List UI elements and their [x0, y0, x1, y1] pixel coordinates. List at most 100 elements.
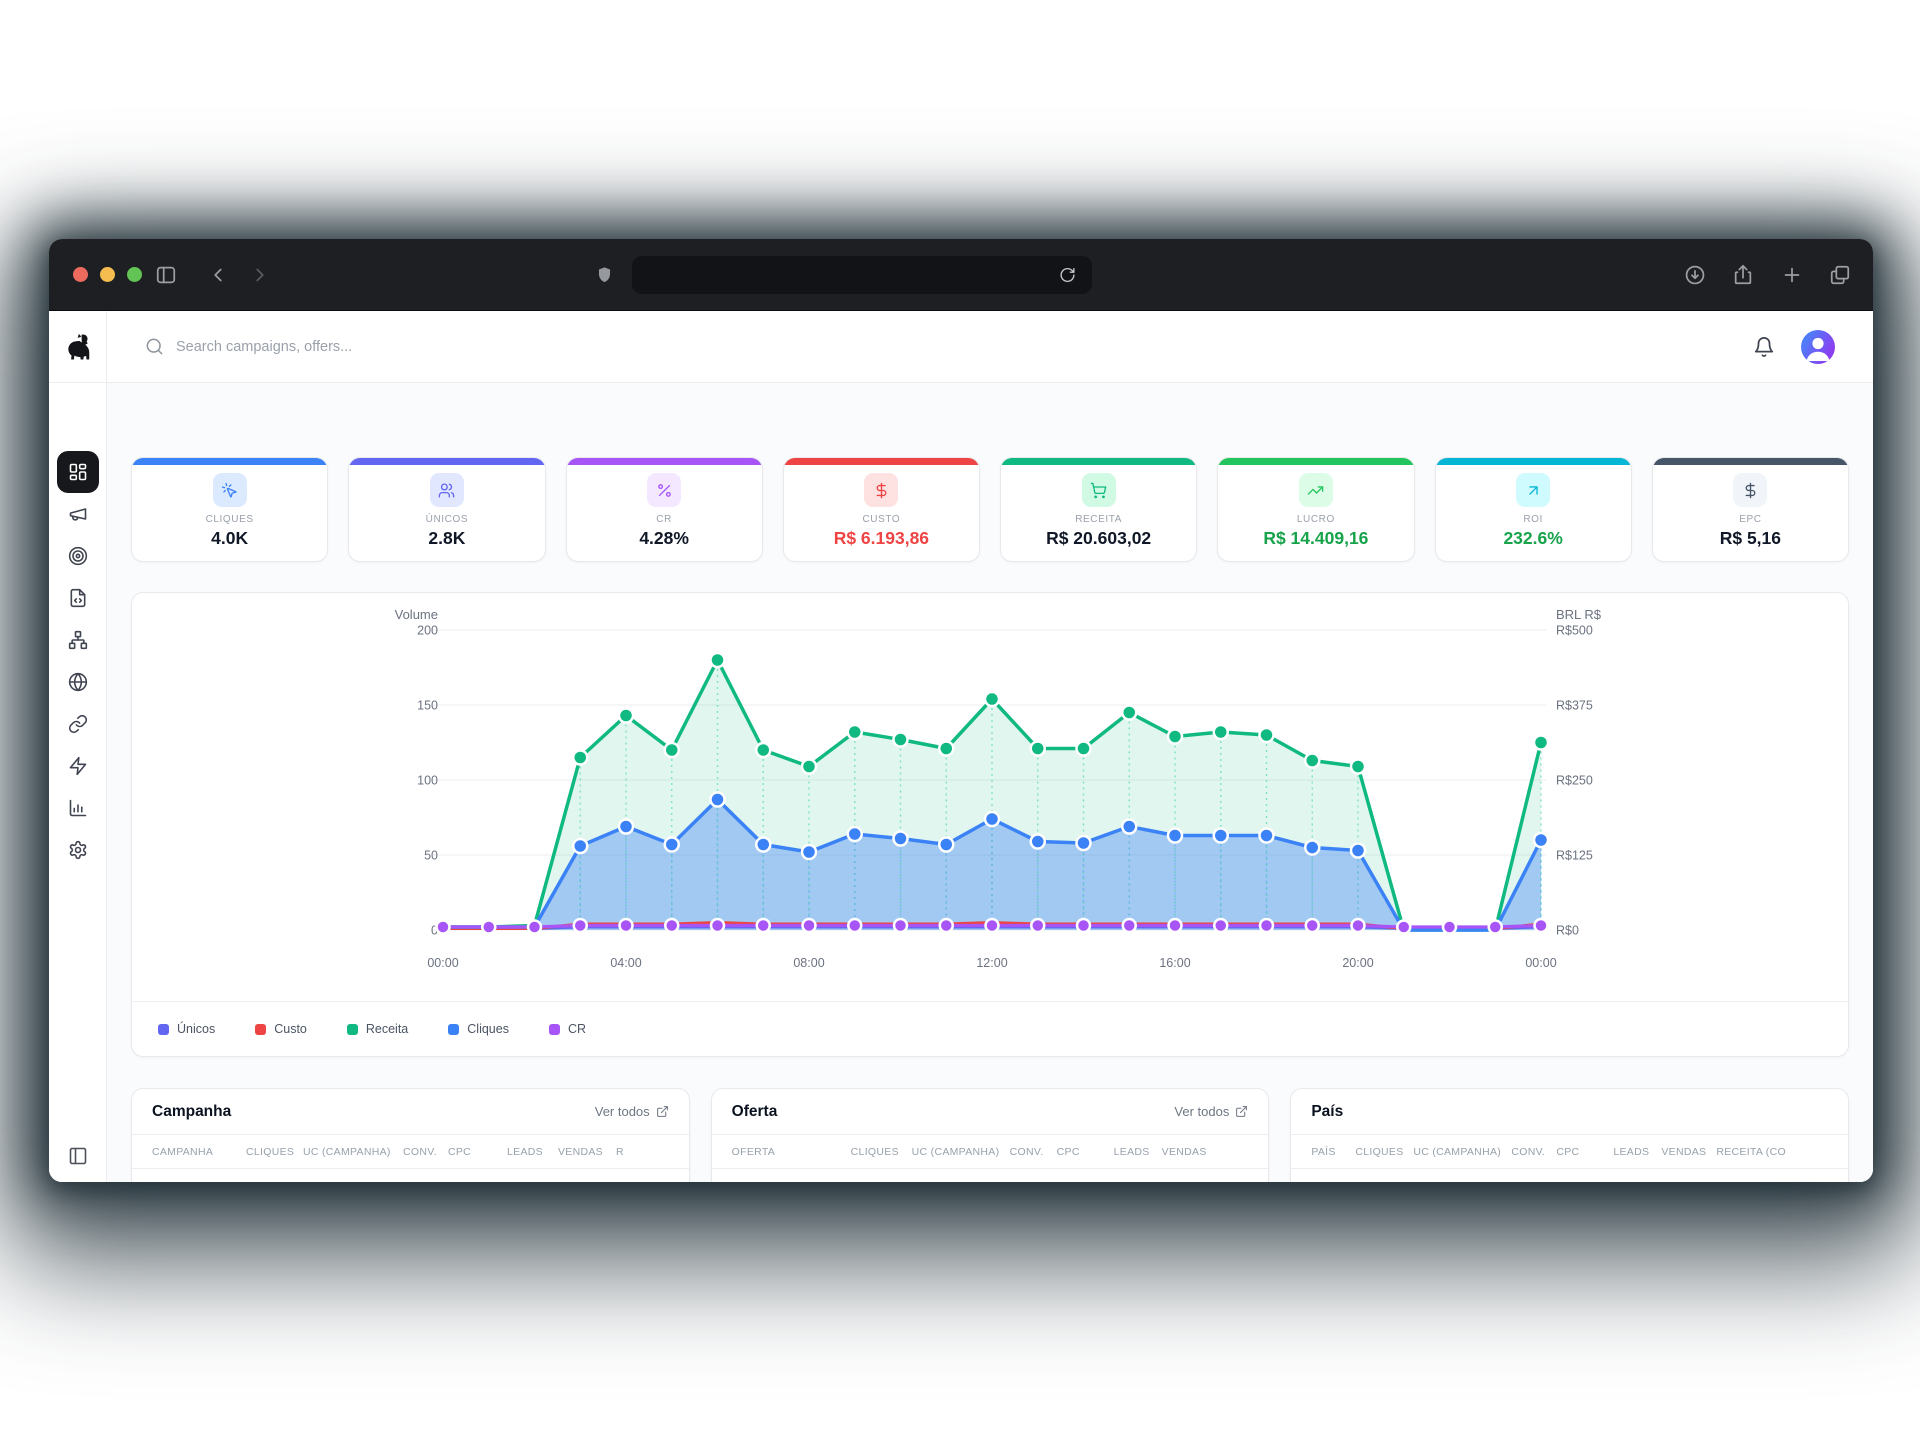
cr-point[interactable] — [1397, 921, 1410, 934]
receita-point[interactable] — [711, 653, 725, 667]
url-bar[interactable] — [632, 256, 1092, 294]
new-tab-icon[interactable] — [1781, 264, 1803, 286]
receita-point[interactable] — [802, 760, 816, 774]
app-logo[interactable] — [49, 311, 106, 383]
cliques-point[interactable] — [1168, 829, 1182, 843]
cliques-point[interactable] — [573, 839, 587, 853]
receita-point[interactable] — [756, 743, 770, 757]
cliques-point[interactable] — [1031, 835, 1045, 849]
cr-point[interactable] — [528, 921, 541, 934]
cr-point[interactable] — [1260, 919, 1273, 932]
receita-point[interactable] — [1534, 736, 1548, 750]
cliques-point[interactable] — [848, 827, 862, 841]
sidebar-item-automation[interactable] — [57, 745, 99, 787]
reload-icon[interactable] — [1059, 266, 1076, 283]
cr-point[interactable] — [986, 919, 999, 932]
receita-point[interactable] — [848, 725, 862, 739]
table-row[interactable]: Nutra - USA - 200$39963996157R$ 1,550157 — [712, 1169, 1269, 1182]
cliques-point[interactable] — [939, 838, 953, 852]
legend-item-únicos[interactable]: Únicos — [158, 1022, 215, 1036]
cr-point[interactable] — [482, 921, 495, 934]
cr-point[interactable] — [1352, 919, 1365, 932]
cr-point[interactable] — [1489, 921, 1502, 934]
cliques-point[interactable] — [1305, 841, 1319, 855]
cliques-point[interactable] — [1122, 820, 1136, 834]
ver-todos-link[interactable]: Ver todos — [595, 1104, 669, 1119]
cr-point[interactable] — [620, 919, 633, 932]
sidebar-item-dashboard[interactable] — [57, 451, 99, 493]
receita-point[interactable] — [573, 751, 587, 765]
cr-point[interactable] — [1214, 919, 1227, 932]
cr-point[interactable] — [848, 919, 861, 932]
sidebar-item-flows[interactable] — [57, 619, 99, 661]
cr-point[interactable] — [1169, 919, 1182, 932]
receita-point[interactable] — [1214, 725, 1228, 739]
cr-point[interactable] — [1123, 919, 1136, 932]
cr-point[interactable] — [711, 919, 724, 932]
cliques-point[interactable] — [1534, 833, 1548, 847]
receita-point[interactable] — [939, 742, 953, 756]
table-row[interactable]: CBO CAMP 0239963996157R$ 1,550157R — [132, 1169, 689, 1182]
cliques-point[interactable] — [1260, 829, 1274, 843]
sidebar-item-reports[interactable] — [57, 787, 99, 829]
cliques-point[interactable] — [894, 832, 908, 846]
panel-left-icon[interactable] — [68, 1146, 88, 1166]
cr-point[interactable] — [1535, 919, 1548, 932]
receita-point[interactable] — [619, 709, 633, 723]
sidebar-toggle-icon[interactable] — [155, 264, 177, 286]
cr-point[interactable] — [574, 919, 587, 932]
cliques-point[interactable] — [756, 838, 770, 852]
receita-point[interactable] — [1031, 742, 1045, 756]
minimize-button[interactable] — [100, 267, 115, 282]
receita-point[interactable] — [985, 692, 999, 706]
receita-point[interactable] — [665, 743, 679, 757]
cr-point[interactable] — [1077, 919, 1090, 932]
tab-overview-icon[interactable] — [1829, 264, 1851, 286]
receita-point[interactable] — [1351, 760, 1365, 774]
sidebar-item-offers[interactable] — [57, 535, 99, 577]
back-icon[interactable] — [207, 264, 229, 286]
cliques-point[interactable] — [802, 845, 816, 859]
cr-point[interactable] — [665, 919, 678, 932]
receita-point[interactable] — [1077, 742, 1091, 756]
sidebar-item-links[interactable] — [57, 703, 99, 745]
cr-point[interactable] — [757, 919, 770, 932]
receita-point[interactable] — [1122, 706, 1136, 720]
legend-item-cliques[interactable]: Cliques — [448, 1022, 509, 1036]
cr-point[interactable] — [437, 921, 450, 934]
cliques-point[interactable] — [1214, 829, 1228, 843]
table-row[interactable]: BR2350235095R$ 1,55095R$ 9.288,09 — [1291, 1169, 1848, 1182]
cliques-point[interactable] — [665, 838, 679, 852]
avatar[interactable] — [1801, 330, 1835, 364]
cr-point[interactable] — [894, 919, 907, 932]
receita-point[interactable] — [1305, 754, 1319, 768]
search-input[interactable] — [176, 339, 596, 355]
cliques-point[interactable] — [1077, 836, 1091, 850]
sidebar-item-domains[interactable] — [57, 661, 99, 703]
bell-icon[interactable] — [1753, 336, 1775, 358]
cliques-point[interactable] — [1351, 844, 1365, 858]
legend-item-receita[interactable]: Receita — [347, 1022, 408, 1036]
forward-icon[interactable] — [249, 264, 271, 286]
cliques-point[interactable] — [985, 812, 999, 826]
share-icon[interactable] — [1732, 264, 1754, 286]
cliques-point[interactable] — [619, 820, 633, 834]
sidebar-item-landing-pages[interactable] — [57, 577, 99, 619]
legend-item-cr[interactable]: CR — [549, 1022, 586, 1036]
sidebar-item-campaigns[interactable] — [57, 493, 99, 535]
close-button[interactable] — [73, 267, 88, 282]
cr-point[interactable] — [803, 919, 816, 932]
receita-point[interactable] — [894, 733, 908, 747]
cliques-point[interactable] — [711, 793, 725, 807]
download-icon[interactable] — [1684, 264, 1706, 286]
maximize-button[interactable] — [127, 267, 142, 282]
cr-point[interactable] — [1443, 921, 1456, 934]
receita-point[interactable] — [1260, 728, 1274, 742]
ver-todos-link[interactable]: Ver todos — [1174, 1104, 1248, 1119]
legend-item-custo[interactable]: Custo — [255, 1022, 307, 1036]
cr-point[interactable] — [1031, 919, 1044, 932]
receita-point[interactable] — [1168, 730, 1182, 744]
cr-point[interactable] — [1306, 919, 1319, 932]
cr-point[interactable] — [940, 919, 953, 932]
sidebar-item-settings[interactable] — [57, 829, 99, 871]
